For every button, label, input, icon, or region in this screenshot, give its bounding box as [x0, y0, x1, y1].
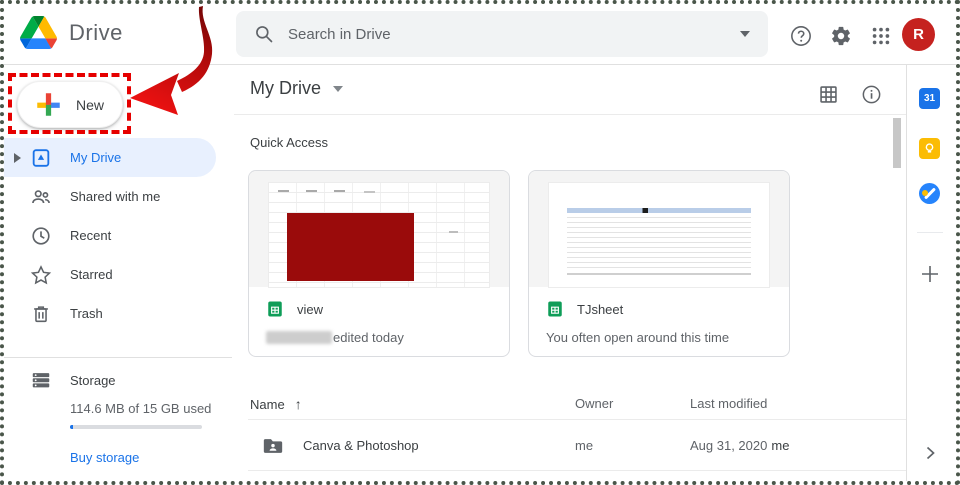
sidebar-item-label: My Drive: [70, 150, 121, 165]
storage-progress-bar: [70, 425, 202, 429]
column-header-owner[interactable]: Owner: [575, 396, 613, 411]
google-tasks-icon[interactable]: [919, 183, 940, 204]
thumbnail-red-block: [287, 213, 415, 281]
file-last-modified: Aug 31, 2020 me: [690, 438, 789, 453]
sidebar-item-shared-with-me[interactable]: Shared with me: [4, 177, 232, 216]
right-rail-separator: [917, 232, 943, 233]
recent-clock-icon: [30, 225, 52, 247]
sidebar-item-label: Starred: [70, 267, 113, 282]
modified-date: Aug 31, 2020: [690, 438, 767, 453]
table-header-divider: [248, 419, 906, 420]
screenshot-frame: Drive R: [0, 0, 960, 485]
sidebar-divider: [4, 357, 232, 358]
thumbnail-table: [567, 208, 752, 273]
thumbnail-table-rows: [567, 213, 752, 273]
buy-storage-link[interactable]: Buy storage: [70, 450, 139, 465]
file-name: Canva & Photoshop: [303, 438, 419, 453]
google-keep-icon[interactable]: [919, 138, 940, 159]
spreadsheet-thumbnail: [249, 171, 509, 287]
tasks-dot-glyph: [922, 190, 928, 196]
search-bar[interactable]: [236, 11, 768, 57]
sidebar-item-label: Recent: [70, 228, 111, 243]
file-owner: me: [575, 438, 593, 453]
right-rail-divider: [906, 65, 907, 481]
quick-access-card-view[interactable]: view edited today: [248, 170, 510, 357]
column-header-name[interactable]: Name ↑: [250, 396, 302, 412]
search-options-caret-icon[interactable]: [740, 31, 750, 37]
card-subtitle-text: edited today: [333, 330, 404, 345]
search-icon: [254, 24, 274, 44]
vertical-scrollbar-thumb[interactable]: [893, 118, 901, 168]
search-input[interactable]: [288, 26, 740, 43]
help-icon[interactable]: [790, 25, 812, 47]
storage-usage-text: 114.6 MB of 15 GB used: [70, 401, 211, 416]
column-label: Name: [250, 397, 285, 412]
sort-ascending-icon[interactable]: ↑: [295, 396, 302, 412]
apps-grid-icon[interactable]: [870, 25, 892, 47]
account-avatar[interactable]: R: [902, 18, 935, 51]
calendar-date-label: 31: [924, 93, 935, 104]
new-button-label: New: [76, 97, 104, 113]
sidebar-nav: My Drive Shared with me Recent: [4, 138, 232, 333]
thumbnail-text-mark: [449, 231, 458, 233]
avatar-letter: R: [913, 26, 924, 43]
keep-bulb-glyph: [923, 142, 936, 155]
top-app-bar: Drive R: [4, 4, 956, 65]
trash-icon: [30, 303, 52, 325]
card-meta: view edited today: [249, 287, 509, 345]
table-row[interactable]: Canva & Photoshop me Aug 31, 2020 me: [248, 421, 906, 470]
header-divider: [234, 114, 906, 115]
modified-by: me: [771, 438, 789, 453]
thumbnail-table-total-row: [567, 273, 752, 275]
shared-folder-icon: [262, 435, 284, 457]
sidebar-item-recent[interactable]: Recent: [4, 216, 232, 255]
column-header-last-modified[interactable]: Last modified: [690, 396, 767, 411]
page-title: My Drive: [250, 78, 321, 99]
sidebar-item-label: Shared with me: [70, 189, 160, 204]
app-title: Drive: [69, 20, 123, 46]
thumbnail-page: [549, 183, 769, 287]
drive-logo[interactable]: Drive: [20, 16, 123, 49]
new-button[interactable]: New: [17, 81, 123, 128]
quick-access-card-tjsheet[interactable]: TJsheet You often open around this time: [528, 170, 790, 357]
redacted-text: [266, 331, 332, 344]
storage-icon: [30, 369, 52, 391]
add-panel-icon[interactable]: [918, 262, 942, 286]
column-label: Last modified: [690, 396, 767, 411]
card-subtitle: edited today: [266, 330, 492, 345]
google-sheets-icon: [266, 300, 284, 318]
spreadsheet-thumbnail: [529, 171, 789, 287]
card-meta: TJsheet You often open around this time: [529, 287, 789, 345]
settings-gear-icon[interactable]: [830, 25, 852, 47]
sidebar-item-trash[interactable]: Trash: [4, 294, 232, 333]
grid-view-icon[interactable]: [818, 84, 839, 105]
starred-star-icon: [30, 264, 52, 286]
google-sheets-icon: [546, 300, 564, 318]
card-title: view: [297, 302, 323, 317]
my-drive-icon: [30, 147, 52, 169]
info-icon[interactable]: [861, 84, 882, 105]
shared-with-me-icon: [30, 186, 52, 208]
drive-logo-icon: [20, 16, 57, 49]
thumbnail-page: [269, 183, 489, 287]
sidebar-item-starred[interactable]: Starred: [4, 255, 232, 294]
expand-caret-icon[interactable]: [4, 153, 30, 163]
table-row-divider: [248, 470, 906, 471]
card-subtitle-text: You often open around this time: [546, 330, 729, 345]
new-plus-icon: [35, 91, 62, 118]
breadcrumb-caret-icon[interactable]: [333, 86, 343, 92]
column-label: Owner: [575, 396, 613, 411]
breadcrumb[interactable]: My Drive: [250, 78, 343, 99]
sidebar-item-label: Trash: [70, 306, 103, 321]
storage-progress-fill: [70, 425, 73, 429]
thumbnail-header-marks: [278, 190, 289, 192]
sidebar-item-storage[interactable]: Storage: [4, 363, 116, 397]
sidebar-item-my-drive[interactable]: My Drive: [4, 138, 216, 177]
card-subtitle: You often open around this time: [546, 330, 772, 345]
storage-label: Storage: [70, 373, 116, 388]
quick-access-title: Quick Access: [250, 135, 328, 150]
card-title: TJsheet: [577, 302, 623, 317]
chevron-right-icon[interactable]: [922, 445, 938, 461]
google-calendar-icon[interactable]: 31: [919, 88, 940, 109]
